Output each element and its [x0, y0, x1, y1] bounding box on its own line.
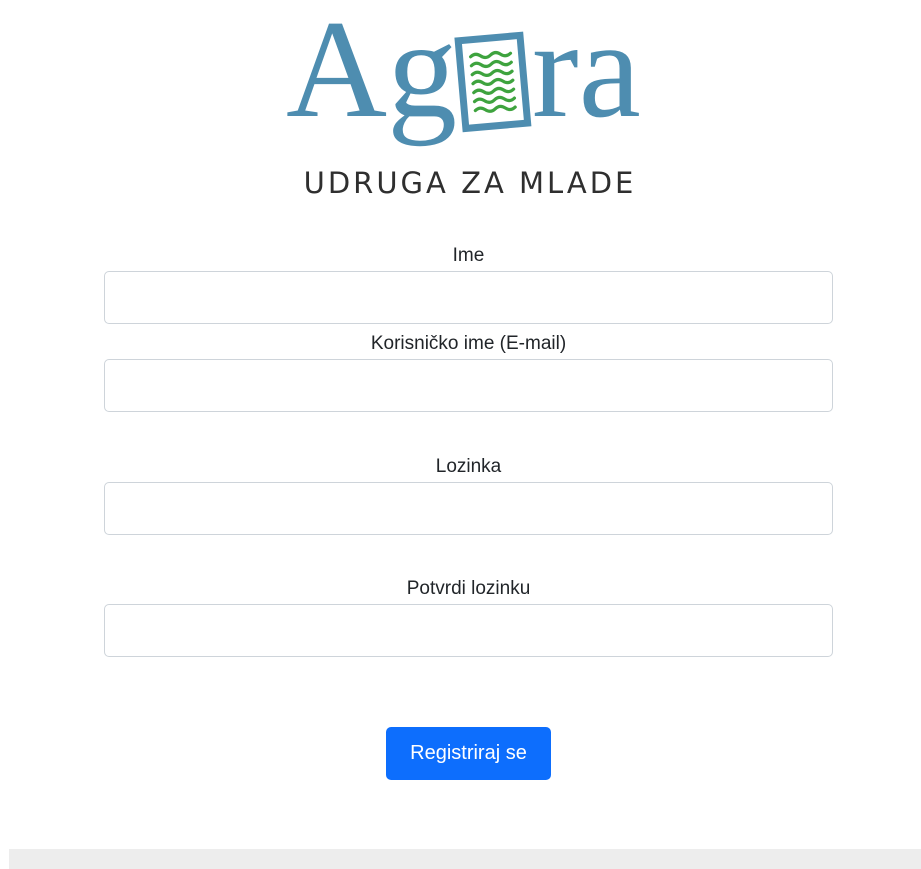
password-input[interactable] — [104, 482, 833, 535]
logo-wordmark-start: Ag — [286, 0, 457, 147]
username-label: Korisničko ime (E-mail) — [370, 333, 567, 354]
logo-wordmark-end: ra — [532, 0, 641, 147]
name-label: Ime — [452, 245, 485, 266]
confirm-password-label: Potvrdi lozinku — [406, 578, 531, 599]
name-input[interactable] — [104, 271, 833, 324]
footer-bar — [9, 849, 921, 869]
register-button[interactable]: Registriraj se — [386, 727, 551, 780]
agora-logo: Ag ra UDRUGA ZA MLADE — [270, 0, 670, 210]
agora-logo-graphic: Ag ra — [286, 0, 641, 147]
logo-tagline: UDRUGA ZA MLADE — [303, 166, 637, 200]
username-email-input[interactable] — [104, 359, 833, 412]
confirm-password-input[interactable] — [104, 604, 833, 657]
logo-wave-icon — [454, 31, 532, 133]
password-label: Lozinka — [435, 456, 502, 477]
